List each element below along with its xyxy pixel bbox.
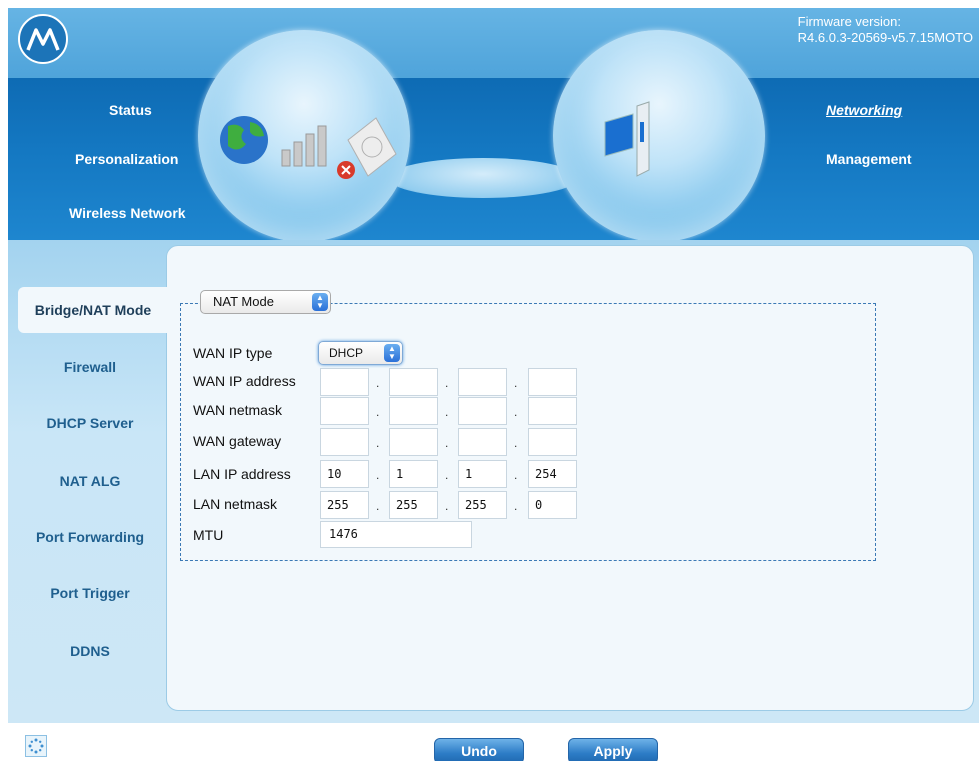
error-x-icon (337, 161, 355, 179)
nav-management[interactable]: Management (826, 151, 912, 167)
wan-ip-octet-3[interactable] (458, 368, 507, 396)
firmware-value: R4.6.0.3-20569-v5.7.15MOTO (797, 30, 973, 45)
select-arrows-icon: ▲ ▼ (312, 293, 328, 311)
sidebar-item-firewall[interactable]: Firewall (10, 347, 170, 387)
wan-netmask-octet-1[interactable] (320, 397, 369, 425)
globe-icon (220, 116, 268, 164)
status-bubble (198, 30, 410, 240)
wan-ip-type-label: WAN IP type (193, 345, 273, 361)
computer-icon (604, 101, 650, 177)
mtu-input[interactable]: 1476 (320, 521, 472, 548)
octet-separator: . (445, 468, 449, 482)
wan-gateway-octet-2[interactable] (389, 428, 438, 456)
wan-ip-type-select[interactable]: DHCP ▲ ▼ (318, 341, 403, 365)
motorola-logo-icon[interactable] (18, 14, 68, 64)
status-graphic (220, 116, 397, 179)
octet-separator: . (514, 499, 518, 513)
octet-separator: . (376, 436, 380, 450)
select-arrows-icon: ▲ ▼ (384, 344, 400, 362)
octet-separator: . (376, 499, 380, 513)
networking-graphic (604, 101, 650, 177)
mtu-label: MTU (193, 527, 224, 543)
octet-separator: . (376, 405, 380, 419)
router-config-page: Firmware version: R4.6.0.3-20569-v5.7.15… (0, 0, 979, 761)
wan-netmask-octet-3[interactable] (458, 397, 507, 425)
signal-bars-icon (281, 125, 327, 167)
nav-personalization[interactable]: Personalization (75, 151, 178, 167)
lan-ip-octet-1[interactable]: 10 (320, 460, 369, 488)
lan-netmask-octet-2[interactable]: 255 (389, 491, 438, 519)
lan-netmask-octet-1[interactable]: 255 (320, 491, 369, 519)
wan-ip-octet-1[interactable] (320, 368, 369, 396)
octet-separator: . (514, 405, 518, 419)
octet-separator: . (445, 499, 449, 513)
octet-separator: . (514, 468, 518, 482)
firmware-label: Firmware version: (797, 14, 901, 29)
wan-netmask-octet-4[interactable] (528, 397, 577, 425)
apply-button[interactable]: Apply (568, 738, 658, 761)
header: Firmware version: R4.6.0.3-20569-v5.7.15… (8, 8, 979, 240)
octet-separator: . (376, 376, 380, 390)
firmware-info: Firmware version: R4.6.0.3-20569-v5.7.15… (798, 14, 973, 46)
lan-netmask-octet-4[interactable]: 0 (528, 491, 577, 519)
wan-gateway-octet-3[interactable] (458, 428, 507, 456)
sidebar-item-port-trigger[interactable]: Port Trigger (10, 573, 170, 613)
nav-status[interactable]: Status (109, 102, 152, 118)
wan-netmask-octet-2[interactable] (389, 397, 438, 425)
octet-separator: . (514, 436, 518, 450)
wan-ip-octet-2[interactable] (389, 368, 438, 396)
wan-gateway-octet-4[interactable] (528, 428, 577, 456)
lan-netmask-label: LAN netmask (193, 496, 278, 512)
octet-separator: . (376, 468, 380, 482)
sidebar-item-ddns[interactable]: DDNS (10, 631, 170, 671)
wan-ip-type-value: DHCP (329, 346, 364, 360)
lan-ip-address-label: LAN IP address (193, 466, 291, 482)
lan-netmask-octet-3[interactable]: 255 (458, 491, 507, 519)
sidebar-item-dhcp-server[interactable]: DHCP Server (10, 403, 170, 443)
octet-separator: . (445, 436, 449, 450)
wan-netmask-label: WAN netmask (193, 402, 282, 418)
octet-separator: . (445, 376, 449, 390)
lan-ip-octet-2[interactable]: 1 (389, 460, 438, 488)
octet-separator: . (445, 405, 449, 419)
sidebar-item-port-forwarding[interactable]: Port Forwarding (10, 517, 170, 557)
lan-ip-octet-3[interactable]: 1 (458, 460, 507, 488)
mode-select-value: NAT Mode (213, 294, 274, 309)
wan-ip-octet-4[interactable] (528, 368, 577, 396)
nav-wireless-network[interactable]: Wireless Network (69, 205, 186, 221)
octet-separator: . (514, 376, 518, 390)
sparkle-icon[interactable] (25, 735, 47, 757)
wan-gateway-label: WAN gateway (193, 433, 282, 449)
wan-ip-address-label: WAN IP address (193, 373, 296, 389)
sidebar-item-nat-alg[interactable]: NAT ALG (10, 461, 170, 501)
sidebar-item-bridge-nat-mode[interactable]: Bridge/NAT Mode (18, 287, 168, 333)
nav-networking[interactable]: Networking (826, 102, 902, 118)
undo-button[interactable]: Undo (434, 738, 524, 761)
access-point-icon (347, 117, 397, 177)
lan-ip-octet-4[interactable]: 254 (528, 460, 577, 488)
networking-bubble (553, 30, 765, 240)
mode-select[interactable]: NAT Mode ▲ ▼ (200, 290, 331, 314)
wan-gateway-octet-1[interactable] (320, 428, 369, 456)
